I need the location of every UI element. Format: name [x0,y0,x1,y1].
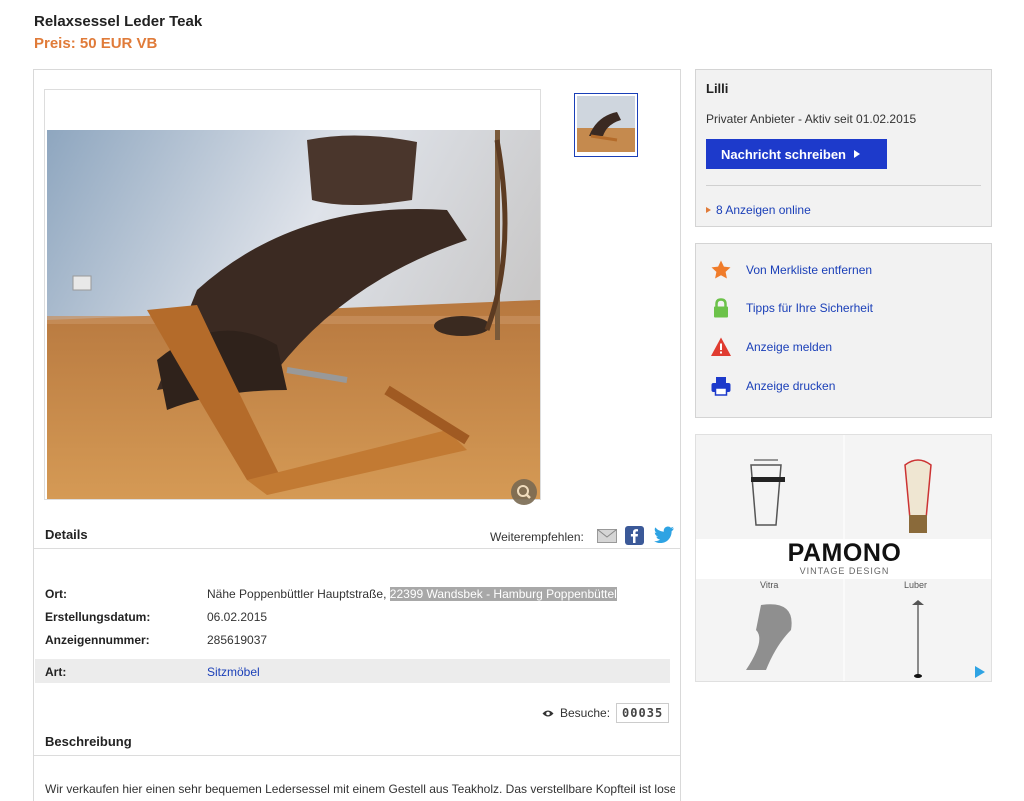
main-product-image[interactable] [47,130,540,499]
magnifier-icon [517,485,531,499]
seller-divider [706,185,981,186]
facebook-share-icon[interactable] [625,526,644,545]
twitter-share-icon[interactable] [653,526,675,544]
image-thumbnail[interactable] [574,93,638,157]
eye-icon [542,710,554,716]
location-street: Nähe Poppenbüttler Hauptstraße, [207,587,387,601]
listing-price: Preis: 50 EUR VB [34,35,158,52]
visits-count: 00035 [616,703,670,723]
remove-watchlist-link[interactable]: Von Merkliste entfernen [710,259,872,281]
listing-title: Relaxsessel Leder Teak [34,13,203,30]
envelope-icon [597,529,617,543]
visits-counter: Besuche: 00035 [542,703,670,723]
ad-brand-subtitle: VINTAGE DESIGN [799,566,890,576]
location-label: Ort: [45,587,67,601]
ads-online-label: 8 Anzeigen online [716,203,811,217]
adchoices-icon[interactable] [975,666,985,678]
description-heading: Beschreibung [45,734,132,749]
report-listing-label: Anzeige melden [746,340,833,354]
main-panel: Details Weiterempfehlen: Ort: Nähe Poppe… [33,69,681,801]
category-link[interactable]: Sitzmöbel [207,665,260,679]
printer-icon [710,375,732,397]
write-message-label: Nachricht schreiben [721,146,846,162]
actions-box: Von Merkliste entfernen Tipps für Ihre S… [695,243,992,418]
image-gallery [44,89,541,505]
seller-box: Lilli Privater Anbieter - Aktiv seit 01.… [695,69,992,227]
ad-caption-vitra: Vitra [760,580,779,590]
created-date-label: Erstellungsdatum: [45,610,151,624]
details-divider [34,548,680,549]
category-label: Art: [45,665,67,679]
print-listing-label: Anzeige drucken [746,379,836,393]
play-arrow-icon [854,150,860,158]
created-date-value: 06.02.2015 [207,610,268,624]
description-text: Wir verkaufen hier einen sehr bequemen L… [45,782,675,796]
twitter-bird-icon [654,526,674,543]
category-row [35,659,670,683]
location-value: Nähe Poppenbüttler Hauptstraße, 22399 Wa… [207,587,617,601]
safety-tips-link[interactable]: Tipps für Ihre Sicherheit [710,297,873,319]
warning-icon [710,336,732,358]
ad-caption-luber: Luber [904,580,928,590]
chair-photo [47,130,540,499]
facebook-icon [630,529,638,543]
remove-watchlist-label: Von Merkliste entfernen [746,263,873,277]
write-message-button[interactable]: Nachricht schreiben [706,139,887,169]
zoom-button[interactable] [511,479,537,505]
ads-online-link[interactable]: 8 Anzeigen online [706,203,811,217]
visits-label: Besuche: [560,706,611,720]
safety-tips-label: Tipps für Ihre Sicherheit [746,301,873,315]
pamono-advertisement[interactable]: PAMONO VINTAGE DESIGN Vitra Luber [695,434,992,682]
listing-number-label: Anzeigennummer: [45,633,150,647]
thumbnail-image [577,96,635,152]
arrow-right-icon [706,207,711,213]
report-listing-link[interactable]: Anzeige melden [710,336,832,358]
location-district: 22399 Wandsbek - Hamburg Poppenbüttel [389,587,617,601]
seller-name: Lilli [706,81,729,96]
print-listing-link[interactable]: Anzeige drucken [710,375,835,397]
seller-meta: Privater Anbieter - Aktiv seit 01.02.201… [706,112,917,126]
ad-brand-logo: PAMONO [787,539,902,567]
mail-share-icon[interactable] [597,529,617,543]
star-icon [710,259,732,281]
description-divider [34,755,680,756]
share-label: Weiterempfehlen: [490,530,584,544]
details-heading: Details [45,527,88,542]
listing-number-value: 285619037 [207,633,268,647]
lock-icon [710,297,732,319]
